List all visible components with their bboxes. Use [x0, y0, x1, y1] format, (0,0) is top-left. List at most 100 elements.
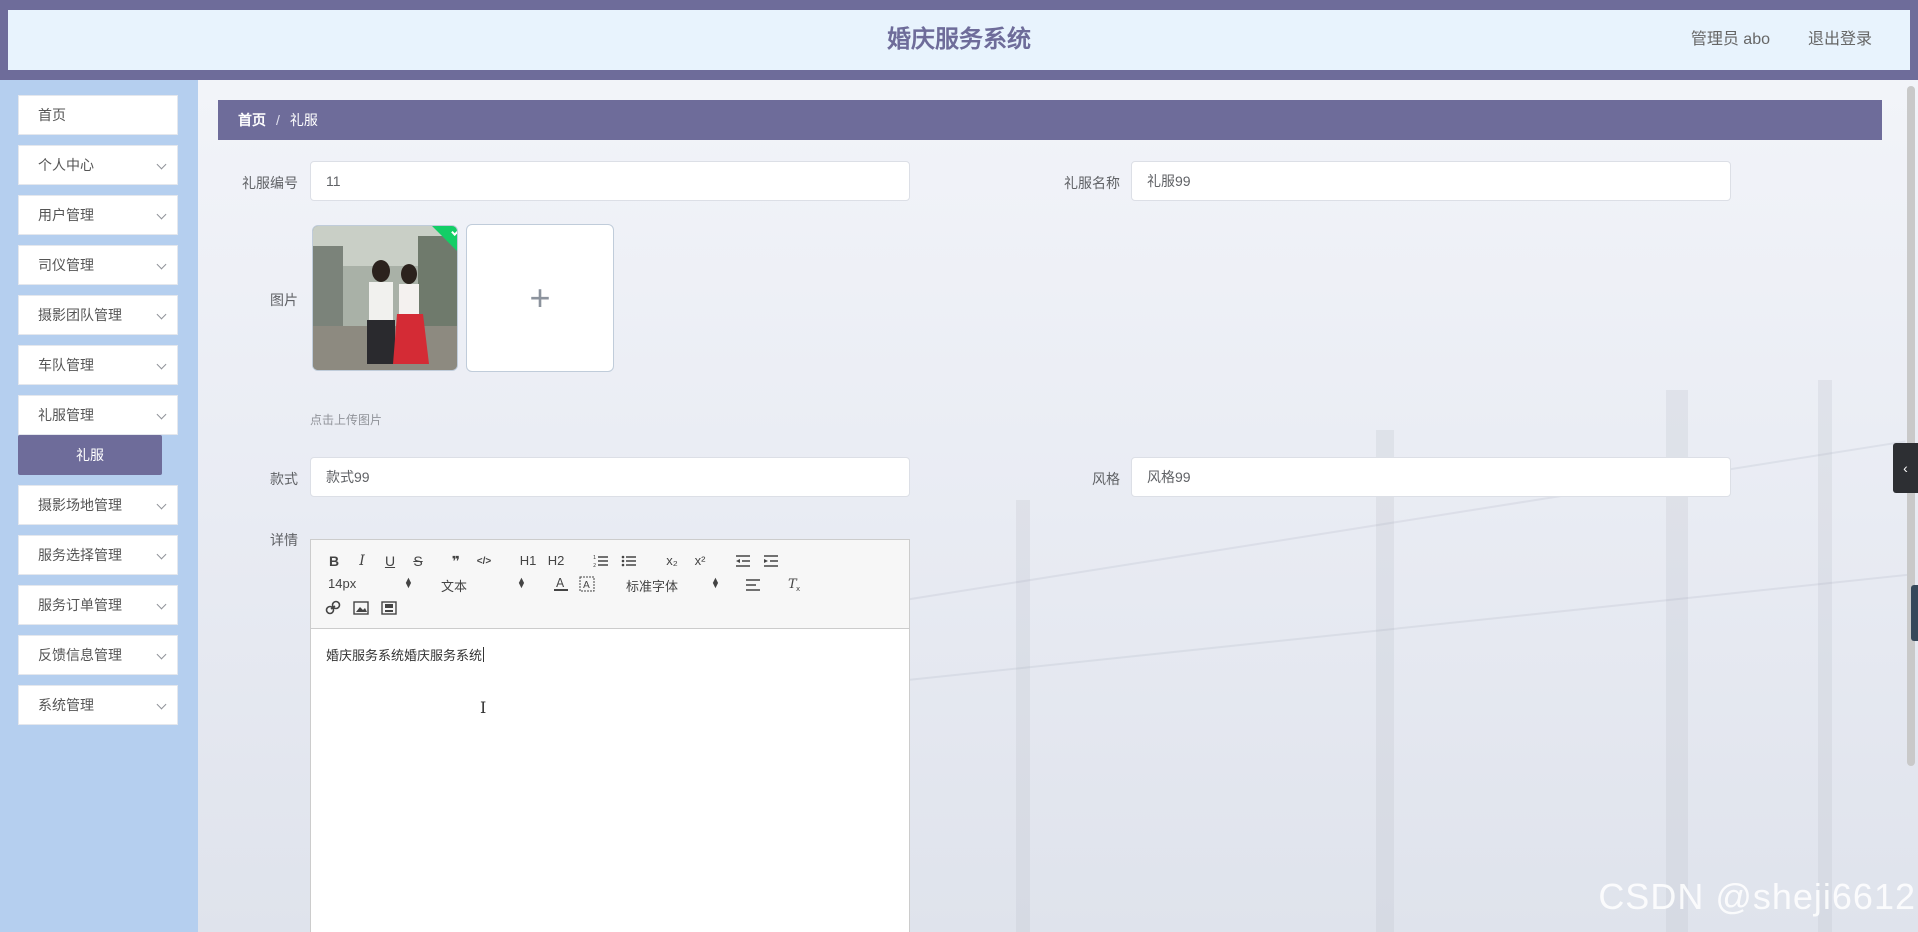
paragraph-format-select[interactable]: 文本 [441, 576, 467, 595]
italic-button[interactable]: I [351, 552, 373, 570]
top-bar: 婚庆服务系统 管理员 abo 退出登录 [0, 0, 1918, 80]
indent-icon[interactable] [763, 554, 779, 568]
side-tab[interactable] [1911, 585, 1918, 641]
sidebar-item-label: 首页 [38, 107, 66, 123]
sidebar: 首页 个人中心 用户管理 司仪管理 摄影团队管理 车队管理 礼服管理 礼服 摄影… [0, 80, 198, 932]
underline-button[interactable]: U [379, 552, 401, 570]
editor-content[interactable]: 婚庆服务系统婚庆服务系统 [326, 645, 485, 664]
sidebar-item-label: 用户管理 [38, 207, 94, 223]
background-decoration [897, 573, 1913, 682]
superscript-button[interactable]: x² [689, 552, 711, 570]
svg-text:A: A [556, 576, 565, 590]
chevron-down-icon [156, 359, 167, 370]
blockquote-button[interactable]: ❞ [445, 552, 467, 570]
clear-format-icon[interactable]: Tx [787, 576, 803, 592]
breadcrumb: 首页 / 礼服 [218, 100, 1882, 140]
link-icon[interactable] [325, 600, 341, 616]
header: 婚庆服务系统 管理员 abo 退出登录 [8, 10, 1910, 70]
sidebar-item-label: 车队管理 [38, 357, 94, 373]
sidebar-item-home[interactable]: 首页 [18, 95, 178, 135]
bullet-list-icon[interactable] [621, 554, 637, 568]
sidebar-item-label: 摄影团队管理 [38, 307, 122, 323]
background-decoration [1016, 500, 1030, 932]
bold-button[interactable]: B [323, 552, 345, 570]
video-icon[interactable] [381, 601, 397, 615]
background-color-icon[interactable]: A [579, 576, 595, 592]
sidebar-item-system[interactable]: 系统管理 [18, 685, 178, 725]
genre-label: 风格 [1092, 471, 1120, 487]
sidebar-item-photo-team[interactable]: 摄影团队管理 [18, 295, 178, 335]
chevron-down-icon [156, 409, 167, 420]
svg-text:2: 2 [593, 563, 596, 568]
sidebar-item-dress[interactable]: 礼服管理 [18, 395, 178, 435]
svg-text:1: 1 [593, 555, 596, 561]
breadcrumb-home[interactable]: 首页 [238, 112, 266, 128]
style-label: 款式 [270, 471, 298, 487]
sidebar-item-personal-center[interactable]: 个人中心 [18, 145, 178, 185]
wedding-photo [313, 226, 457, 370]
watermark: CSDN @sheji6612 [1598, 876, 1916, 917]
dropdown-arrows-icon: ▲ ▼ [404, 575, 413, 590]
dress-name-label: 礼服名称 [1064, 175, 1120, 191]
sidebar-item-service-selection[interactable]: 服务选择管理 [18, 535, 178, 575]
dress-code-label: 礼服编号 [242, 175, 298, 191]
sidebar-subitem-dress[interactable]: 礼服 [18, 435, 162, 475]
detail-label: 详情 [270, 532, 298, 548]
code-block-button[interactable]: </> [473, 553, 495, 571]
image-label: 图片 [270, 292, 298, 308]
uploaded-image-thumbnail[interactable] [312, 225, 458, 371]
subscript-button[interactable]: x₂ [661, 552, 683, 570]
sidebar-item-label: 服务订单管理 [38, 597, 122, 613]
chevron-down-icon [156, 309, 167, 320]
sidebar-item-feedback[interactable]: 反馈信息管理 [18, 635, 178, 675]
logout-button[interactable]: 退出登录 [1808, 10, 1872, 70]
outdent-icon[interactable] [735, 554, 751, 568]
rich-text-editor[interactable]: B I U S ❞ </> H1 H2 12 x₂ x² 14px ▲ ▼ 文本 … [310, 539, 910, 932]
image-upload-button[interactable]: + [466, 224, 614, 372]
chevron-down-icon [156, 499, 167, 510]
text-caret [483, 647, 485, 662]
sidebar-item-label: 摄影场地管理 [38, 497, 122, 513]
sidebar-item-label: 礼服管理 [38, 407, 94, 423]
header-1-button[interactable]: H1 [517, 552, 539, 570]
app-title: 婚庆服务系统 [887, 26, 1031, 53]
sidebar-item-label: 个人中心 [38, 157, 94, 173]
chevron-down-icon [156, 259, 167, 270]
breadcrumb-current: 礼服 [289, 112, 318, 128]
sidebar-item-venue[interactable]: 摄影场地管理 [18, 485, 178, 525]
chevron-down-icon [156, 649, 167, 660]
editor-text: 婚庆服务系统婚庆服务系统 [326, 648, 483, 663]
plus-icon: + [529, 277, 551, 318]
font-size-select[interactable]: 14px [328, 576, 356, 591]
chevron-down-icon [156, 699, 167, 710]
font-family-select[interactable]: 标准字体 [626, 576, 678, 595]
sidebar-item-service-orders[interactable]: 服务订单管理 [18, 585, 178, 625]
chevron-down-icon [156, 209, 167, 220]
image-icon[interactable] [353, 601, 369, 615]
sidebar-item-users[interactable]: 用户管理 [18, 195, 178, 235]
sidebar-item-fleet[interactable]: 车队管理 [18, 345, 178, 385]
breadcrumb-separator: / [276, 112, 280, 128]
ordered-list-icon[interactable]: 12 [593, 554, 609, 568]
current-user: 管理员 abo [1690, 31, 1770, 48]
strikethrough-button[interactable]: S [407, 552, 429, 570]
svg-text:x: x [796, 585, 800, 592]
dropdown-arrows-icon: ▲ ▼ [517, 575, 526, 590]
sidebar-item-emcee[interactable]: 司仪管理 [18, 245, 178, 285]
dress-name-input[interactable] [1131, 161, 1731, 201]
sidebar-item-label: 系统管理 [38, 697, 94, 713]
header-2-button[interactable]: H2 [545, 552, 567, 570]
style-input[interactable] [310, 457, 910, 497]
chevron-down-icon [156, 549, 167, 560]
genre-input[interactable] [1131, 457, 1731, 497]
font-color-icon[interactable]: A [553, 576, 569, 592]
svg-text:A: A [583, 580, 590, 591]
dress-code-input[interactable] [310, 161, 910, 201]
align-left-icon[interactable] [745, 578, 761, 592]
page-scrollbar[interactable] [1907, 86, 1915, 766]
chevron-down-icon [156, 599, 167, 610]
chevron-down-icon [156, 159, 167, 170]
collapse-panel-button[interactable]: ‹ [1893, 443, 1918, 493]
background-decoration [1818, 380, 1832, 932]
text-cursor-icon: I [480, 698, 487, 717]
